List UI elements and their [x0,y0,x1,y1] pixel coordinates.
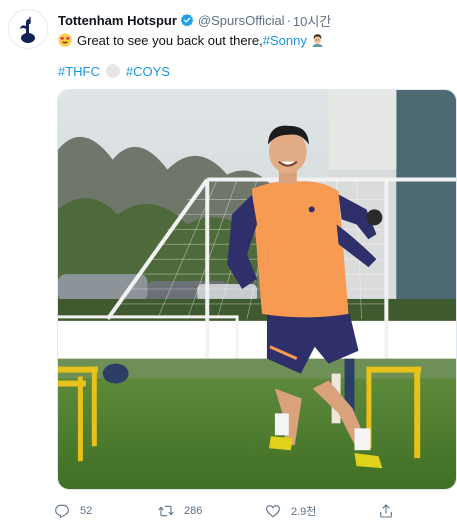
retweet-button[interactable]: 286 [158,500,202,522]
share-button[interactable] [378,500,404,522]
tweet-media-video[interactable] [57,89,457,490]
heart-icon [266,505,280,518]
video-frame-image [58,90,456,489]
retweet-icon [158,505,174,517]
share-icon [380,504,392,518]
like-button[interactable]: 2.9천 [265,500,316,522]
hashtag-thfc-link[interactable]: #THFC [58,64,100,79]
verified-badge-icon [180,13,194,27]
hashtag-sonny-link[interactable]: #Sonny [263,33,307,48]
display-name[interactable]: Tottenham Hotspur [58,13,177,28]
tweet-text-body: Great to see you back out there, [77,32,263,48]
heart-eyes-emoji-icon [58,33,72,47]
hashtag-coys-link[interactable]: #COYS [126,64,170,79]
reply-icon [55,504,69,518]
reply-count: 52 [80,505,93,517]
spurs-cockerel-logo [20,16,35,43]
separator: · [286,12,291,28]
avatar[interactable] [8,9,48,49]
handle[interactable]: @SpursOfficial [198,13,285,28]
tweet-hashtags: #THFC #COYS [58,62,170,80]
tweet-text: Great to see you back out there, #Sonny [58,31,324,49]
tweet-header: Tottenham Hotspur @SpursOfficial · 10시간 [58,11,331,29]
reply-button[interactable]: 52 [54,500,92,522]
tweet[interactable]: Tottenham Hotspur @SpursOfficial · 10시간 … [0,0,457,526]
white-circle-emoji-icon [105,64,120,78]
timestamp[interactable]: 10시간 [293,11,331,30]
person-emoji-icon [312,34,323,47]
like-count: 2.9천 [291,506,317,518]
tweet-actions: 52 286 2.9천 [54,500,457,522]
retweet-count: 286 [184,505,203,517]
